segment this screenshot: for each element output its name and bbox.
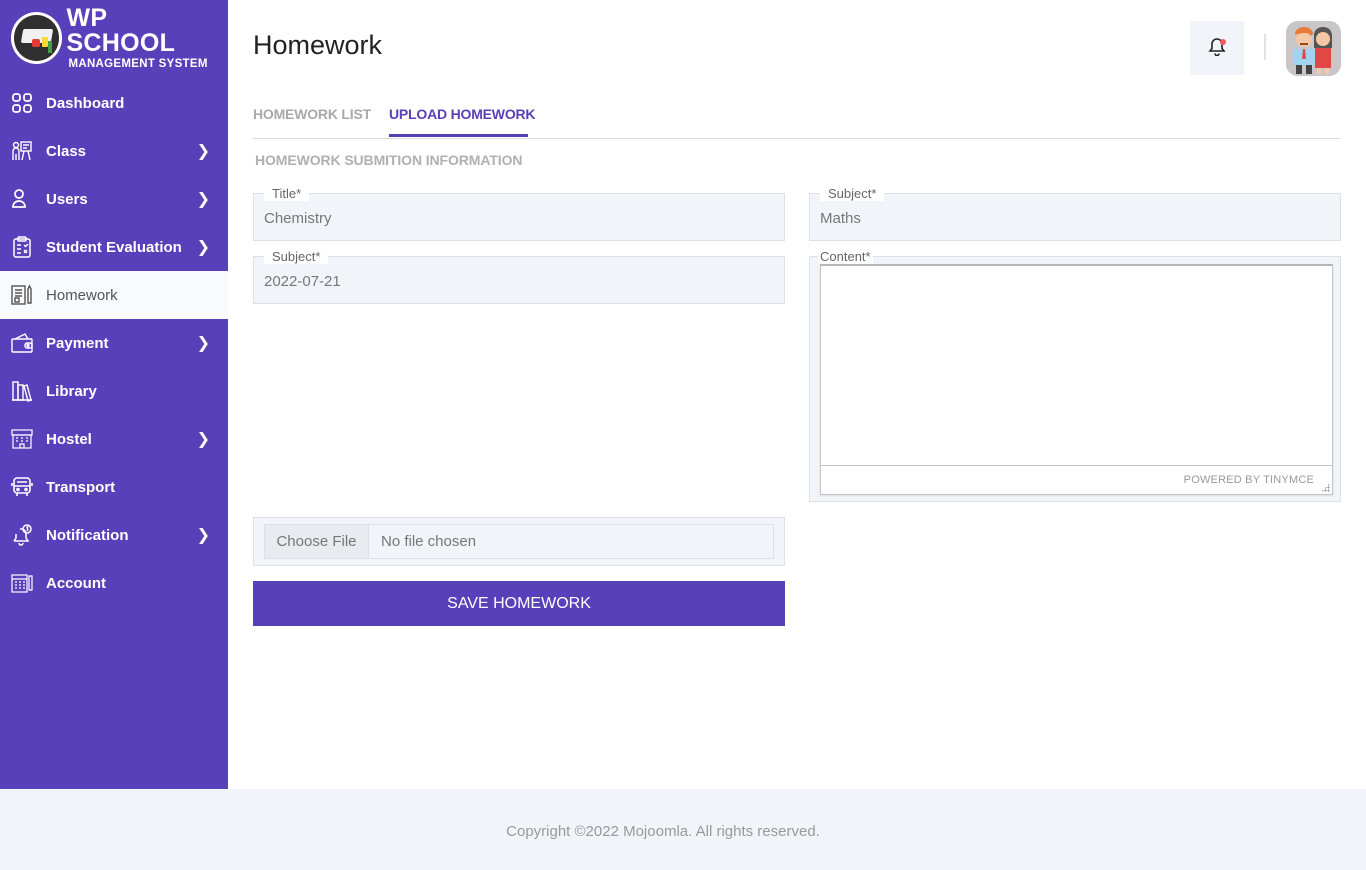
- sidebar-item-homework[interactable]: Homework: [0, 271, 228, 319]
- account-ledger-icon: [11, 572, 33, 594]
- sidebar-item-hostel[interactable]: Hostel ❯: [0, 415, 228, 463]
- subject-field[interactable]: Subject* Maths: [809, 187, 1341, 241]
- editor-statusbar: POWERED BY TINYMCE: [821, 465, 1332, 494]
- sidebar-item-label: Homework: [46, 286, 118, 304]
- content-field: POWERED BY TINYMCE Content*: [809, 250, 1341, 502]
- title-input[interactable]: Chemistry: [264, 210, 332, 227]
- sidebar: WP SCHOOL MANAGEMENT SYSTEM Dashboard Cl…: [0, 0, 228, 789]
- brand-title: WP SCHOOL: [66, 3, 176, 57]
- sidebar-item-dashboard[interactable]: Dashboard: [0, 79, 228, 127]
- parents-avatar-icon: [1286, 21, 1341, 76]
- bell-notification-icon: [11, 524, 33, 546]
- sidebar-item-users[interactable]: Users ❯: [0, 175, 228, 223]
- books-icon: [11, 380, 33, 402]
- sidebar-item-label: Transport: [46, 478, 116, 496]
- sidebar-item-library[interactable]: Library: [0, 367, 228, 415]
- user-icon: [11, 188, 33, 210]
- sidebar-item-label: Notification: [46, 526, 129, 544]
- copyright-text: Copyright ©2022 Mojoomla. All rights res…: [506, 823, 820, 840]
- subject-select[interactable]: Maths: [820, 210, 861, 227]
- sidebar-item-label: Hostel: [46, 430, 92, 448]
- page-title: Homework: [253, 30, 383, 60]
- resize-handle-icon[interactable]: [1321, 483, 1330, 492]
- notification-button[interactable]: [1190, 21, 1244, 75]
- save-homework-button[interactable]: SAVE HOMEWORK: [253, 581, 785, 626]
- sidebar-item-account[interactable]: Account: [0, 559, 228, 607]
- sidebar-item-label: Account: [46, 574, 106, 592]
- sidebar-item-label: Student Evaluation: [46, 238, 182, 256]
- unread-indicator: [1220, 39, 1226, 45]
- graduation-cap-logo-icon: [11, 12, 63, 64]
- sidebar-item-label: Dashboard: [46, 94, 125, 112]
- active-tab-indicator: [389, 134, 528, 137]
- footer: Copyright ©2022 Mojoomla. All rights res…: [0, 789, 1366, 870]
- sidebar-item-label: Users: [46, 190, 88, 208]
- chevron-right-icon: ❯: [196, 143, 210, 160]
- content-label: Content*: [818, 249, 873, 264]
- hostel-building-icon: [11, 428, 33, 450]
- sidebar-item-class[interactable]: Class ❯: [0, 127, 228, 175]
- powered-by-tinymce-link[interactable]: POWERED BY TINYMCE: [1184, 474, 1314, 486]
- file-upload-field: Choose File No file chosen: [253, 517, 785, 566]
- header-divider: [1264, 34, 1266, 60]
- dashboard-grid-icon: [11, 92, 33, 114]
- choose-file-button[interactable]: Choose File: [265, 525, 369, 558]
- sidebar-item-transport[interactable]: Transport: [0, 463, 228, 511]
- wallet-icon: [11, 332, 33, 354]
- file-input[interactable]: Choose File No file chosen: [264, 524, 774, 559]
- chevron-right-icon: ❯: [196, 335, 210, 352]
- sidebar-item-student-evaluation[interactable]: Student Evaluation ❯: [0, 223, 228, 271]
- title-field[interactable]: Title* Chemistry: [253, 187, 785, 241]
- avatar[interactable]: [1286, 21, 1341, 76]
- homework-notebook-icon: [11, 284, 33, 306]
- sidebar-item-notification[interactable]: Notification ❯: [0, 511, 228, 559]
- chevron-right-icon: ❯: [196, 527, 210, 544]
- sidebar-item-label: Library: [46, 382, 97, 400]
- tab-bar: HOMEWORK LIST UPLOAD HOMEWORK: [253, 104, 1341, 139]
- sidebar-item-payment[interactable]: Payment ❯: [0, 319, 228, 367]
- rich-text-editor[interactable]: POWERED BY TINYMCE: [820, 264, 1333, 495]
- classroom-teacher-icon: [11, 140, 33, 162]
- clipboard-checklist-icon: [11, 236, 33, 258]
- date-input[interactable]: 2022-07-21: [264, 273, 341, 290]
- content-editor-area[interactable]: [821, 266, 1332, 466]
- bus-icon: [11, 476, 33, 498]
- chevron-right-icon: ❯: [196, 431, 210, 448]
- sidebar-item-label: Class: [46, 142, 87, 160]
- title-label: Title*: [264, 187, 310, 201]
- brand-logo[interactable]: WP SCHOOL MANAGEMENT SYSTEM: [11, 5, 221, 69]
- tab-homework-list[interactable]: HOMEWORK LIST: [253, 106, 371, 122]
- date-field[interactable]: Subject* 2022-07-21: [253, 250, 785, 304]
- section-title: HOMEWORK SUBMITION INFORMATION: [255, 152, 523, 168]
- date-label: Subject*: [264, 250, 329, 264]
- file-status: No file chosen: [381, 533, 477, 550]
- chevron-right-icon: ❯: [196, 191, 210, 208]
- tab-upload-homework[interactable]: UPLOAD HOMEWORK: [389, 106, 536, 122]
- sidebar-item-label: Payment: [46, 334, 109, 352]
- sidebar-nav: Dashboard Class ❯ Users ❯ Student Evalua…: [0, 79, 228, 607]
- brand-subtitle: MANAGEMENT SYSTEM: [68, 57, 208, 70]
- subject-label: Subject*: [820, 187, 885, 201]
- chevron-right-icon: ❯: [196, 239, 210, 256]
